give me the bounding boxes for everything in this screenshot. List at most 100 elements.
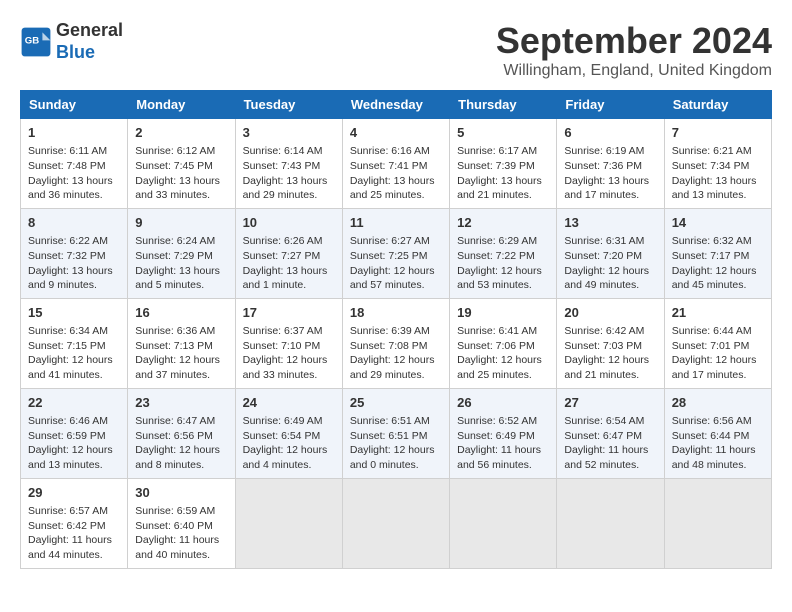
sunrise-text: Sunrise: 6:14 AM — [243, 145, 323, 157]
daylight-text: Daylight: 12 hours and 45 minutes. — [672, 265, 757, 292]
day-number: 8 — [28, 214, 120, 232]
table-row: 18 Sunrise: 6:39 AM Sunset: 7:08 PM Dayl… — [342, 298, 449, 388]
sunrise-text: Sunrise: 6:36 AM — [135, 325, 215, 337]
sunset-text: Sunset: 6:59 PM — [28, 430, 106, 442]
calendar-week-row: 15 Sunrise: 6:34 AM Sunset: 7:15 PM Dayl… — [21, 298, 772, 388]
day-number: 6 — [564, 124, 656, 142]
table-row: 4 Sunrise: 6:16 AM Sunset: 7:41 PM Dayli… — [342, 119, 449, 209]
table-row: 26 Sunrise: 6:52 AM Sunset: 6:49 PM Dayl… — [450, 388, 557, 478]
sunset-text: Sunset: 7:03 PM — [564, 340, 642, 352]
table-row: 17 Sunrise: 6:37 AM Sunset: 7:10 PM Dayl… — [235, 298, 342, 388]
day-number: 19 — [457, 304, 549, 322]
sunrise-text: Sunrise: 6:52 AM — [457, 415, 537, 427]
calendar-week-row: 8 Sunrise: 6:22 AM Sunset: 7:32 PM Dayli… — [21, 208, 772, 298]
day-number: 24 — [243, 394, 335, 412]
day-number: 22 — [28, 394, 120, 412]
table-row — [664, 478, 771, 568]
calendar-week-row: 22 Sunrise: 6:46 AM Sunset: 6:59 PM Dayl… — [21, 388, 772, 478]
day-number: 7 — [672, 124, 764, 142]
table-row: 29 Sunrise: 6:57 AM Sunset: 6:42 PM Dayl… — [21, 478, 128, 568]
calendar-header-row: Sunday Monday Tuesday Wednesday Thursday… — [21, 91, 772, 119]
daylight-text: Daylight: 11 hours and 56 minutes. — [457, 444, 541, 471]
sunset-text: Sunset: 7:10 PM — [243, 340, 321, 352]
logo-line2: Blue — [56, 42, 123, 64]
daylight-text: Daylight: 13 hours and 33 minutes. — [135, 175, 220, 202]
sunset-text: Sunset: 6:42 PM — [28, 520, 106, 532]
sunrise-text: Sunrise: 6:41 AM — [457, 325, 537, 337]
svg-text:GB: GB — [25, 35, 39, 46]
daylight-text: Daylight: 12 hours and 33 minutes. — [243, 354, 328, 381]
day-number: 29 — [28, 484, 120, 502]
table-row: 19 Sunrise: 6:41 AM Sunset: 7:06 PM Dayl… — [450, 298, 557, 388]
logo: GB General Blue — [20, 20, 123, 63]
sunset-text: Sunset: 7:43 PM — [243, 160, 321, 172]
day-number: 20 — [564, 304, 656, 322]
table-row: 21 Sunrise: 6:44 AM Sunset: 7:01 PM Dayl… — [664, 298, 771, 388]
sunrise-text: Sunrise: 6:27 AM — [350, 235, 430, 247]
day-number: 25 — [350, 394, 442, 412]
table-row: 24 Sunrise: 6:49 AM Sunset: 6:54 PM Dayl… — [235, 388, 342, 478]
col-monday: Monday — [128, 91, 235, 119]
table-row: 22 Sunrise: 6:46 AM Sunset: 6:59 PM Dayl… — [21, 388, 128, 478]
daylight-text: Daylight: 12 hours and 41 minutes. — [28, 354, 113, 381]
daylight-text: Daylight: 12 hours and 57 minutes. — [350, 265, 435, 292]
sunrise-text: Sunrise: 6:22 AM — [28, 235, 108, 247]
day-number: 15 — [28, 304, 120, 322]
col-friday: Friday — [557, 91, 664, 119]
day-number: 21 — [672, 304, 764, 322]
calendar-week-row: 29 Sunrise: 6:57 AM Sunset: 6:42 PM Dayl… — [21, 478, 772, 568]
table-row — [235, 478, 342, 568]
table-row: 2 Sunrise: 6:12 AM Sunset: 7:45 PM Dayli… — [128, 119, 235, 209]
sunrise-text: Sunrise: 6:57 AM — [28, 505, 108, 517]
col-sunday: Sunday — [21, 91, 128, 119]
sunset-text: Sunset: 6:47 PM — [564, 430, 642, 442]
table-row: 13 Sunrise: 6:31 AM Sunset: 7:20 PM Dayl… — [557, 208, 664, 298]
daylight-text: Daylight: 12 hours and 4 minutes. — [243, 444, 328, 471]
sunset-text: Sunset: 7:20 PM — [564, 250, 642, 262]
sunset-text: Sunset: 7:13 PM — [135, 340, 213, 352]
sunset-text: Sunset: 7:06 PM — [457, 340, 535, 352]
calendar-week-row: 1 Sunrise: 6:11 AM Sunset: 7:48 PM Dayli… — [21, 119, 772, 209]
sunset-text: Sunset: 7:36 PM — [564, 160, 642, 172]
sunset-text: Sunset: 7:29 PM — [135, 250, 213, 262]
daylight-text: Daylight: 12 hours and 0 minutes. — [350, 444, 435, 471]
sunset-text: Sunset: 7:17 PM — [672, 250, 750, 262]
table-row: 23 Sunrise: 6:47 AM Sunset: 6:56 PM Dayl… — [128, 388, 235, 478]
sunset-text: Sunset: 6:56 PM — [135, 430, 213, 442]
daylight-text: Daylight: 13 hours and 5 minutes. — [135, 265, 220, 292]
sunset-text: Sunset: 7:39 PM — [457, 160, 535, 172]
sunrise-text: Sunrise: 6:31 AM — [564, 235, 644, 247]
sunrise-text: Sunrise: 6:32 AM — [672, 235, 752, 247]
day-number: 11 — [350, 214, 442, 232]
month-title: September 2024 — [496, 20, 772, 62]
table-row: 7 Sunrise: 6:21 AM Sunset: 7:34 PM Dayli… — [664, 119, 771, 209]
sunrise-text: Sunrise: 6:11 AM — [28, 145, 107, 157]
day-number: 2 — [135, 124, 227, 142]
daylight-text: Daylight: 13 hours and 36 minutes. — [28, 175, 113, 202]
table-row — [557, 478, 664, 568]
table-row: 16 Sunrise: 6:36 AM Sunset: 7:13 PM Dayl… — [128, 298, 235, 388]
daylight-text: Daylight: 12 hours and 29 minutes. — [350, 354, 435, 381]
daylight-text: Daylight: 11 hours and 48 minutes. — [672, 444, 756, 471]
table-row: 3 Sunrise: 6:14 AM Sunset: 7:43 PM Dayli… — [235, 119, 342, 209]
sunrise-text: Sunrise: 6:47 AM — [135, 415, 215, 427]
table-row: 6 Sunrise: 6:19 AM Sunset: 7:36 PM Dayli… — [557, 119, 664, 209]
sunrise-text: Sunrise: 6:12 AM — [135, 145, 215, 157]
table-row: 15 Sunrise: 6:34 AM Sunset: 7:15 PM Dayl… — [21, 298, 128, 388]
location: Willingham, England, United Kingdom — [496, 62, 772, 80]
table-row — [342, 478, 449, 568]
table-row: 14 Sunrise: 6:32 AM Sunset: 7:17 PM Dayl… — [664, 208, 771, 298]
sunrise-text: Sunrise: 6:56 AM — [672, 415, 752, 427]
table-row: 8 Sunrise: 6:22 AM Sunset: 7:32 PM Dayli… — [21, 208, 128, 298]
sunrise-text: Sunrise: 6:17 AM — [457, 145, 537, 157]
sunset-text: Sunset: 6:54 PM — [243, 430, 321, 442]
sunset-text: Sunset: 7:34 PM — [672, 160, 750, 172]
daylight-text: Daylight: 13 hours and 13 minutes. — [672, 175, 757, 202]
day-number: 18 — [350, 304, 442, 322]
day-number: 17 — [243, 304, 335, 322]
table-row: 1 Sunrise: 6:11 AM Sunset: 7:48 PM Dayli… — [21, 119, 128, 209]
day-number: 14 — [672, 214, 764, 232]
day-number: 16 — [135, 304, 227, 322]
daylight-text: Daylight: 12 hours and 21 minutes. — [564, 354, 649, 381]
table-row: 25 Sunrise: 6:51 AM Sunset: 6:51 PM Dayl… — [342, 388, 449, 478]
